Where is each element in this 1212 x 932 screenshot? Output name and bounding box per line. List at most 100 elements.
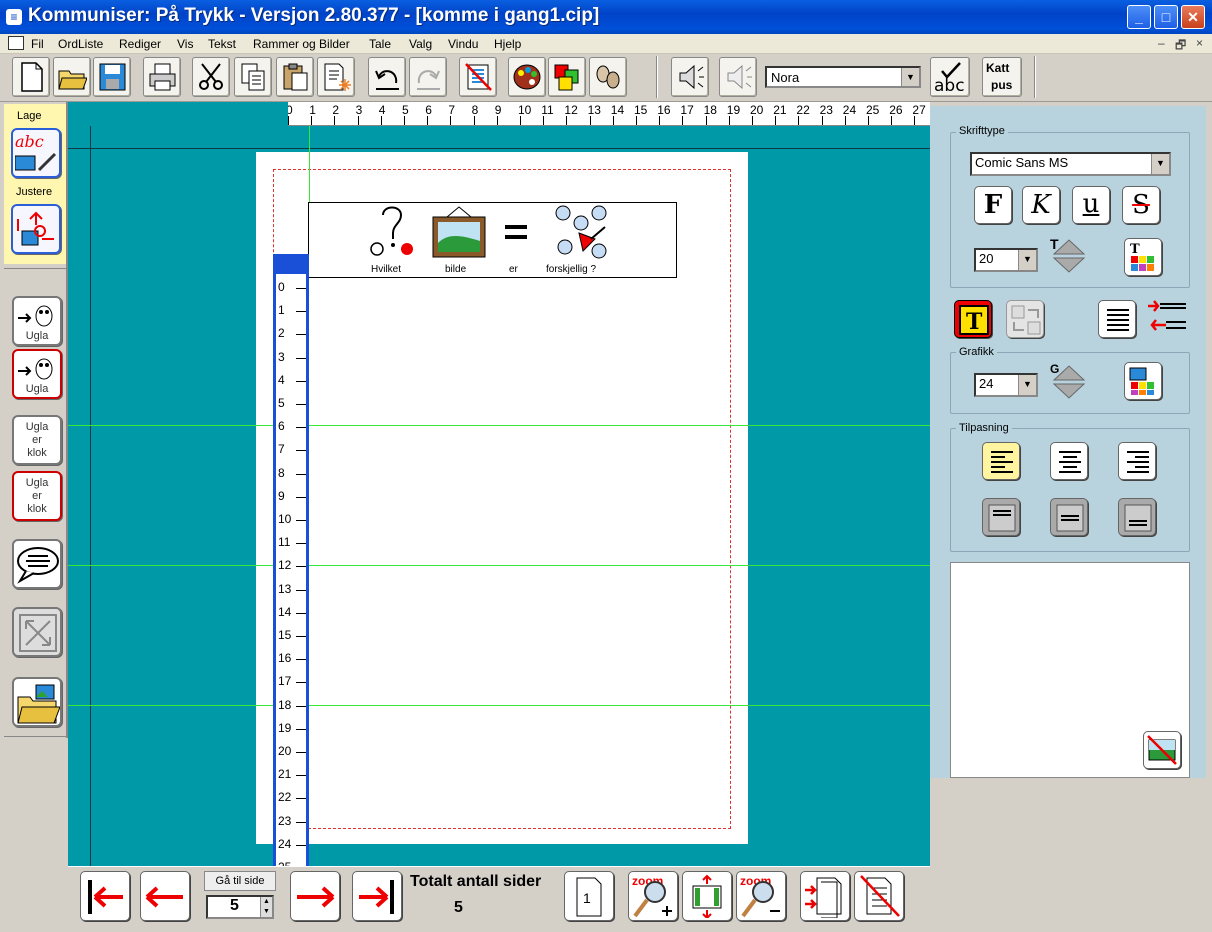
paste-button[interactable] (276, 57, 314, 97)
ruler-tick (311, 116, 313, 125)
align-center-button[interactable] (1050, 442, 1088, 480)
speak-options-button[interactable] (719, 57, 757, 97)
text-color-button[interactable]: T (1124, 238, 1162, 276)
ruler-tick (520, 116, 521, 125)
zoom-in-button[interactable]: zoom (628, 871, 678, 921)
spell-check-button[interactable]: abc (930, 57, 970, 97)
text-button-ugla-er-klok-framed[interactable]: Ugla er klok (12, 471, 62, 521)
ruler-tick (296, 798, 306, 800)
menu-vis[interactable]: Vis (177, 37, 193, 51)
speech-bubble-button[interactable] (12, 539, 62, 589)
palette-button[interactable] (508, 57, 546, 97)
graphics-size-select[interactable]: 24 ▼ (974, 373, 1038, 397)
align-left-button[interactable] (982, 442, 1020, 480)
no-grid-button[interactable] (459, 57, 497, 97)
voice-select[interactable]: Nora ▼ (765, 66, 921, 88)
copy-button[interactable] (234, 57, 272, 97)
new-page-button[interactable] (317, 57, 355, 97)
font-select[interactable]: Comic Sans MS ▼ (970, 152, 1171, 176)
text-frame-button[interactable]: T (954, 300, 992, 338)
next-page-button[interactable] (290, 871, 340, 921)
adjust-mode-button[interactable] (11, 204, 61, 254)
menu-hjelp[interactable]: Hjelp (494, 37, 521, 51)
indent-arrows-icon[interactable] (1146, 296, 1190, 338)
chevron-down-icon[interactable]: ▼ (1151, 154, 1169, 174)
colors-button[interactable] (548, 57, 586, 97)
color-squares-icon (554, 64, 579, 91)
eggs-button[interactable] (589, 57, 627, 97)
valign-bottom-button[interactable] (1118, 498, 1156, 536)
ruler-tick (821, 116, 823, 125)
menu-fil[interactable]: Fil (31, 37, 44, 51)
last-page-button[interactable] (352, 871, 402, 921)
underline-button[interactable]: u (1072, 186, 1110, 224)
symbol-text-frame[interactable]: Hvilket bilde er forskjellig ? (308, 202, 677, 278)
first-page-button[interactable] (80, 871, 130, 921)
close-button[interactable]: ✕ (1181, 5, 1205, 29)
redo-button[interactable] (409, 57, 447, 97)
document-icon[interactable] (8, 36, 24, 50)
valign-middle-button[interactable] (1050, 498, 1088, 536)
menu-rediger[interactable]: Rediger (119, 37, 161, 51)
new-document-button[interactable] (12, 57, 50, 97)
page-spinner[interactable]: ▲ ▼ (260, 897, 272, 917)
graphics-color-button[interactable] (1124, 362, 1162, 400)
chevron-down-icon[interactable]: ▼ (1018, 250, 1036, 270)
menu-tekst[interactable]: Tekst (208, 37, 236, 51)
previous-page-button[interactable] (140, 871, 190, 921)
text-color-icon: T (1130, 242, 1154, 271)
menu-rammer-og-bilder[interactable]: Rammer og Bilder (253, 37, 350, 51)
cut-button[interactable] (192, 57, 230, 97)
undo-button[interactable] (368, 57, 406, 97)
no-picture-button[interactable] (1143, 731, 1181, 769)
italic-button[interactable]: K (1022, 186, 1060, 224)
zoom-out-button[interactable]: zoom (736, 871, 786, 921)
maximize-button[interactable]: □ (1154, 5, 1178, 29)
ruler-tick (868, 116, 869, 125)
title-bar[interactable]: ≡ Kommuniser: På Trykk - Versjon 2.80.37… (0, 0, 1212, 34)
open-picture-button[interactable] (12, 677, 62, 727)
chevron-down-icon[interactable]: ▼ (901, 68, 919, 86)
strikethrough-button[interactable]: S (1122, 186, 1160, 224)
app-icon[interactable]: ≡ (6, 9, 22, 25)
minimize-button[interactable]: _ (1127, 5, 1151, 29)
open-button[interactable] (53, 57, 91, 97)
scissors-icon (199, 63, 223, 90)
symbol-word: bilde (445, 264, 467, 275)
print-button[interactable] (143, 57, 181, 97)
symbol-button-ugla[interactable]: Ugla (12, 296, 62, 346)
bold-button[interactable]: F (974, 186, 1012, 224)
mdi-minimize-button[interactable]: – (1158, 36, 1165, 50)
text-size-stepper-icon[interactable] (1052, 238, 1086, 274)
menu-valg[interactable]: Valg (409, 37, 432, 51)
line-spacing-button[interactable] (1098, 300, 1136, 338)
align-right-button[interactable] (1118, 442, 1156, 480)
create-mode-label: abc (15, 132, 44, 151)
word-prediction-button[interactable]: Katt pus (982, 57, 1022, 97)
save-button[interactable] (93, 57, 131, 97)
text-button-ugla-er-klok[interactable]: Ugla er klok (12, 415, 62, 465)
menu-vindu[interactable]: Vindu (448, 37, 478, 51)
menu-ordliste[interactable]: OrdListe (58, 37, 103, 51)
chevron-down-icon[interactable]: ▼ (1018, 375, 1036, 395)
font-size-select[interactable]: 20 ▼ (974, 248, 1038, 272)
ruler-tick (296, 682, 306, 684)
delete-page-button[interactable] (854, 871, 904, 921)
graphics-size-stepper-icon[interactable] (1052, 364, 1086, 400)
speak-button[interactable] (671, 57, 709, 97)
swap-icon (1011, 305, 1041, 335)
create-mode-button[interactable]: abc (11, 128, 61, 178)
insert-page-button[interactable] (800, 871, 850, 921)
symbol-button-ugla-framed[interactable]: Ugla (12, 349, 62, 399)
swap-frame-button[interactable] (1006, 300, 1044, 338)
goto-page-input[interactable]: 5 ▲ ▼ (206, 895, 274, 919)
page-view-button[interactable]: 1 (564, 871, 614, 921)
fit-frame-button[interactable] (12, 607, 62, 657)
ruler-label: 19 (278, 720, 292, 735)
ruler-tick (589, 116, 591, 125)
ruler-label: 5 (278, 396, 285, 410)
menu-tale[interactable]: Tale (369, 37, 391, 51)
valign-top-button[interactable] (982, 498, 1020, 536)
fit-page-button[interactable] (682, 871, 732, 921)
mdi-close-button[interactable]: × (1196, 36, 1203, 50)
